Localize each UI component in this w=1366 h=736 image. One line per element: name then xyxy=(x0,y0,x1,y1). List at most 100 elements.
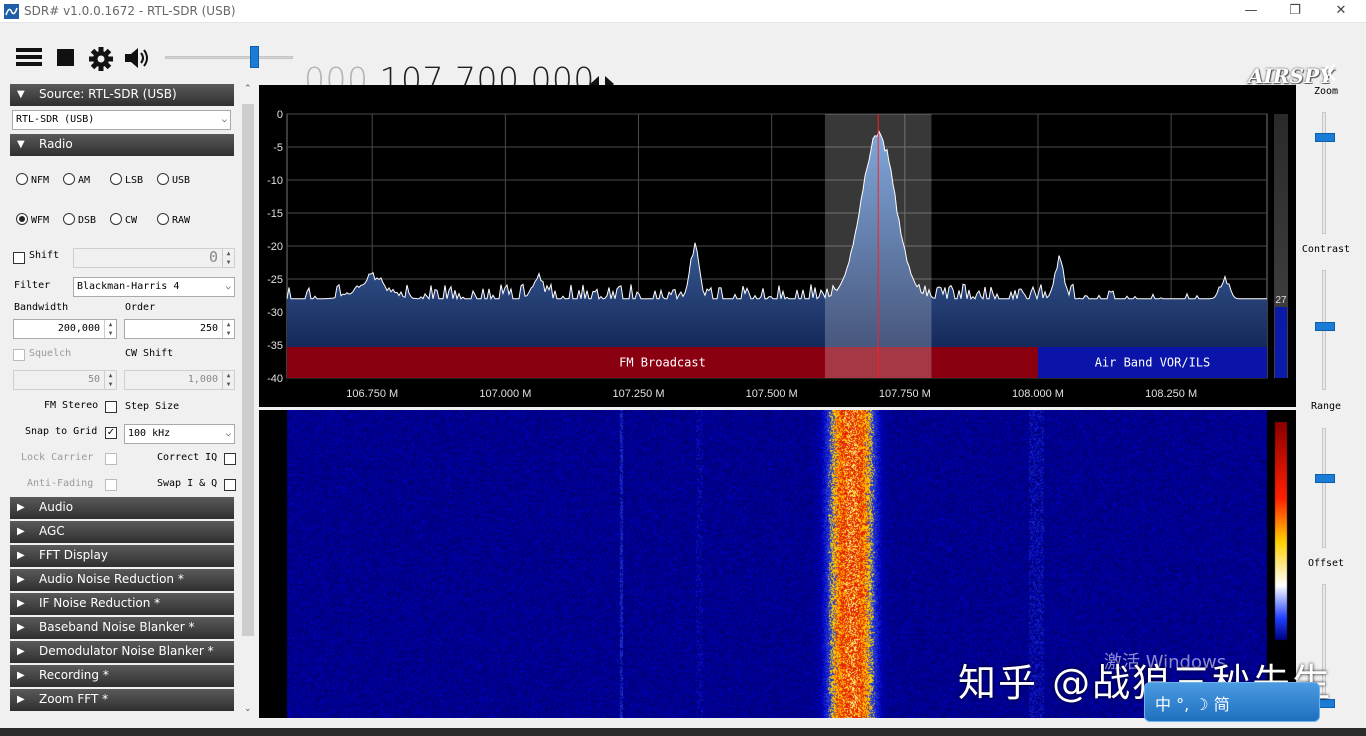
y-tick-label: -15 xyxy=(267,208,283,220)
filter-combo-value: Blackman-Harris 4 xyxy=(77,281,180,292)
y-tick-label: -10 xyxy=(267,175,283,187)
ime-toolbar[interactable]: 中 °, ☽ 简 xyxy=(1144,682,1320,722)
source-section-header[interactable]: ▼ Source: RTL-SDR (USB) xyxy=(10,84,234,106)
section-header-8[interactable]: ▶ Zoom FFT * xyxy=(10,689,234,711)
correct-iq-checkbox[interactable] xyxy=(224,453,236,465)
mode-radio-nfm[interactable]: NFM xyxy=(16,173,49,186)
range-slider-track[interactable] xyxy=(1322,428,1326,548)
radio-section-header[interactable]: ▼ Radio xyxy=(10,134,234,156)
control-panel: ▼ Source: RTL-SDR (USB) RTL-SDR (USB) ⌵ … xyxy=(10,84,236,720)
step-size-label: Step Size xyxy=(125,401,180,412)
display-sliders-panel: Zoom Contrast Range Offset xyxy=(1296,84,1366,720)
bandwidth-input[interactable]: 200,000 ▲ ▼ xyxy=(13,319,117,339)
left-panel-scrollbar[interactable]: ⌃ ⌄ xyxy=(240,84,257,720)
y-tick-label: 0 xyxy=(277,109,283,121)
zoom-slider-track[interactable] xyxy=(1322,112,1326,234)
order-label: Order xyxy=(125,302,156,313)
close-button[interactable]: ✕ xyxy=(1318,0,1364,23)
snap-to-grid-checkbox[interactable]: ✓ xyxy=(105,427,117,439)
section-header-4[interactable]: ▶ IF Noise Reduction * xyxy=(10,593,234,615)
expand-triangle-icon: ▶ xyxy=(17,550,25,561)
filter-combo[interactable]: Blackman-Harris 4 ⌵ xyxy=(73,277,235,297)
anti-fading-checkbox[interactable] xyxy=(105,479,117,491)
ime-label: 中 °, ☽ 简 xyxy=(1155,695,1230,714)
mode-radio-wfm[interactable]: WFM xyxy=(16,213,49,226)
section-header-5[interactable]: ▶ Baseband Noise Blanker * xyxy=(10,617,234,639)
source-header-label: Source: RTL-SDR (USB) xyxy=(39,87,177,101)
taskbar xyxy=(0,728,1366,736)
minimize-button[interactable]: — xyxy=(1228,0,1274,23)
range-slider-thumb[interactable] xyxy=(1315,474,1335,483)
contrast-slider-thumb[interactable] xyxy=(1315,322,1335,331)
fm-broadcast-label: FM Broadcast xyxy=(619,356,706,370)
fm-stereo-checkbox[interactable] xyxy=(105,401,117,413)
y-tick-label: -25 xyxy=(267,274,283,286)
section-header-6[interactable]: ▶ Demodulator Noise Blanker * xyxy=(10,641,234,663)
step-size-combo-value: 100 kHz xyxy=(128,428,171,439)
lock-carrier-checkbox[interactable] xyxy=(105,453,117,465)
correct-iq-label: Correct IQ xyxy=(157,452,218,463)
stop-icon[interactable] xyxy=(56,46,76,68)
section-header-label: IF Noise Reduction * xyxy=(39,596,161,610)
mode-radio-cw[interactable]: CW xyxy=(110,213,137,226)
step-size-combo[interactable]: 100 kHz ⌵ xyxy=(124,424,235,444)
mode-radio-dsb[interactable]: DSB xyxy=(63,213,96,226)
section-header-label: Audio Noise Reduction * xyxy=(39,572,184,586)
section-header-label: Recording * xyxy=(39,668,109,682)
volume-slider-thumb[interactable] xyxy=(250,46,259,68)
scroll-down-icon[interactable]: ⌄ xyxy=(244,704,252,714)
x-tick-label: 108.250 M xyxy=(1145,388,1197,400)
shift-checkbox[interactable] xyxy=(13,252,25,264)
shift-input[interactable]: 0 ▲ ▼ xyxy=(73,248,235,268)
mode-radio-lsb[interactable]: LSB xyxy=(110,173,143,186)
spectrum-plot[interactable]: 0 -5 -10 -15 -20 -25 -30 -35 -40 106.750 M 107.000… xyxy=(259,85,1296,407)
section-header-label: Baseband Noise Blanker * xyxy=(39,620,195,634)
anti-fading-label: Anti-Fading xyxy=(27,478,94,489)
y-tick-label: -20 xyxy=(267,241,283,253)
zoom-slider-thumb[interactable] xyxy=(1315,133,1335,142)
expand-triangle-icon: ▶ xyxy=(17,670,25,681)
swap-iq-checkbox[interactable] xyxy=(224,479,236,491)
squelch-input[interactable]: 50 ▲ ▼ xyxy=(13,370,117,390)
toolbar: 000.107.700.000 AIRSPY xyxy=(0,24,1366,99)
scrollbar-thumb[interactable] xyxy=(242,104,254,636)
x-tick-label: 108.000 M xyxy=(1012,388,1064,400)
swap-iq-label: Swap I & Q xyxy=(157,478,218,489)
section-header-1[interactable]: ▶ AGC xyxy=(10,521,234,543)
lock-carrier-label: Lock Carrier xyxy=(21,452,94,463)
mode-radio-am[interactable]: AM xyxy=(63,173,90,186)
title-bar: SDR# v1.0.0.1672 - RTL-SDR (USB) — ❐ ✕ xyxy=(0,0,1366,23)
scroll-up-icon[interactable]: ⌃ xyxy=(244,84,252,94)
y-tick-label: -30 xyxy=(267,307,283,319)
squelch-label: Squelch xyxy=(29,348,72,359)
expand-triangle-icon: ▶ xyxy=(17,622,25,633)
hamburger-icon[interactable] xyxy=(16,46,42,68)
spectrum-analyzer[interactable]: 0 -5 -10 -15 -20 -25 -30 -35 -40 106.750 M 107.000… xyxy=(259,85,1296,407)
section-header-2[interactable]: ▶ FFT Display xyxy=(10,545,234,567)
volume-slider[interactable] xyxy=(165,46,293,68)
cw-shift-input[interactable]: 1,000 ▲ ▼ xyxy=(124,370,235,390)
air-band-label: Air Band VOR/ILS xyxy=(1095,356,1211,370)
shift-label: Shift xyxy=(29,250,60,261)
fm-stereo-label: FM Stereo xyxy=(44,400,99,411)
mode-radio-usb[interactable]: USB xyxy=(157,173,190,186)
signal-level-bar xyxy=(1275,307,1287,378)
speaker-icon[interactable] xyxy=(124,46,152,70)
source-combo[interactable]: RTL-SDR (USB) ⌵ xyxy=(12,110,231,130)
section-header-7[interactable]: ▶ Recording * xyxy=(10,665,234,687)
gear-icon[interactable] xyxy=(88,46,114,72)
order-input[interactable]: 250 ▲ ▼ xyxy=(124,319,235,339)
sdrsharp-app-icon xyxy=(4,4,19,19)
maximize-button[interactable]: ❐ xyxy=(1272,0,1318,23)
section-header-label: AGC xyxy=(39,524,65,538)
bandwidth-label: Bandwidth xyxy=(14,302,69,313)
expand-triangle-icon: ▶ xyxy=(17,646,25,657)
section-header-0[interactable]: ▶ Audio xyxy=(10,497,234,519)
y-tick-label: -35 xyxy=(267,340,283,352)
section-header-label: Audio xyxy=(39,500,74,514)
source-combo-value: RTL-SDR (USB) xyxy=(16,114,95,125)
mode-radio-raw[interactable]: RAW xyxy=(157,213,190,226)
collapse-triangle-icon: ▼ xyxy=(17,139,25,150)
section-header-3[interactable]: ▶ Audio Noise Reduction * xyxy=(10,569,234,591)
squelch-checkbox[interactable] xyxy=(13,349,25,361)
